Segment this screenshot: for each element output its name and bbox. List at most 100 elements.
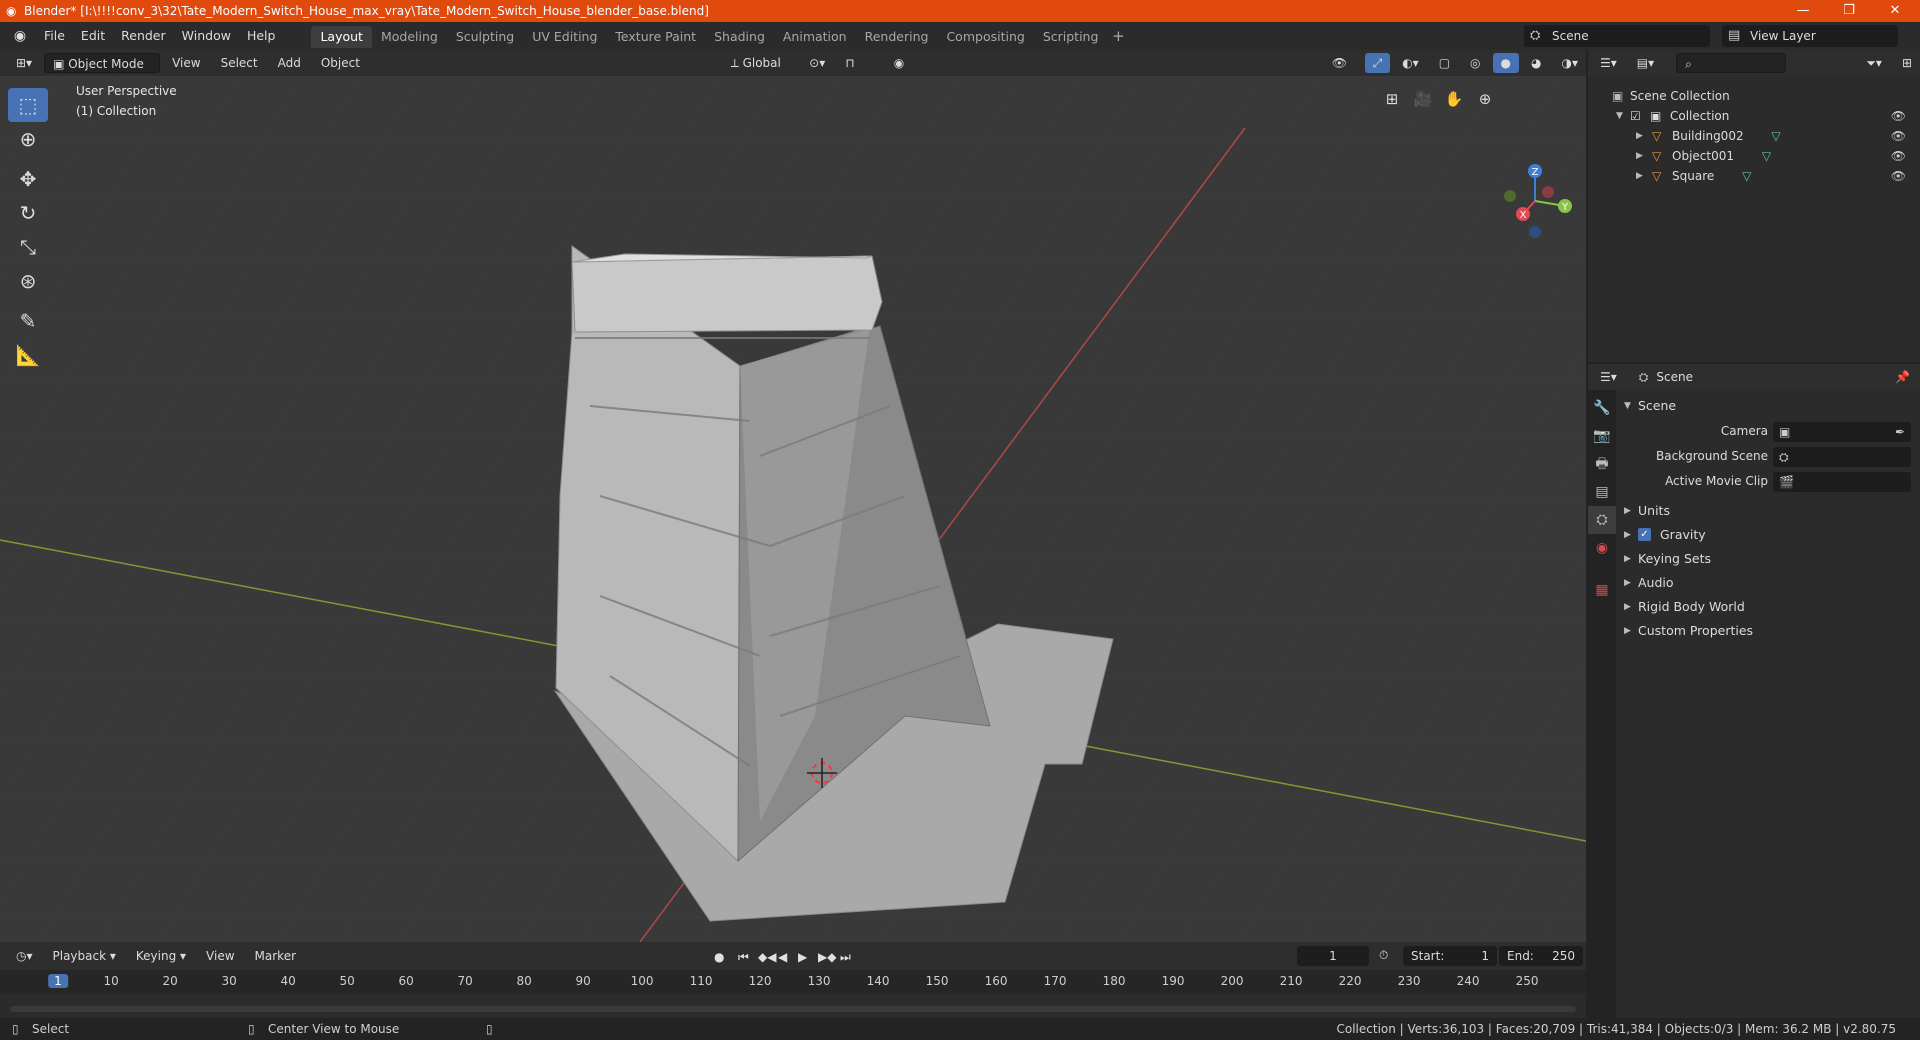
scene-selector[interactable]: Scene xyxy=(1524,25,1710,47)
current-frame-field[interactable]: 1 xyxy=(1297,946,1369,966)
new-collection-icon[interactable]: ⊞ xyxy=(1894,53,1920,73)
minimize-button[interactable]: — xyxy=(1780,0,1826,22)
visibility-eye-icon[interactable]: 👁 xyxy=(1891,166,1906,186)
snap-icon[interactable]: ⊓ ⊟▾ xyxy=(837,53,882,90)
view-layer-selector[interactable]: View Layer xyxy=(1722,25,1898,47)
tab-uv-editing[interactable]: UV Editing xyxy=(523,26,606,48)
pivot-point-icon[interactable]: ⊙▾ xyxy=(801,53,833,73)
maximize-button[interactable]: ❐ xyxy=(1826,0,1872,22)
panel-gravity[interactable]: ▶ ✓ Gravity xyxy=(1616,523,1920,547)
scene-section-header[interactable]: ▼ Scene xyxy=(1616,394,1920,418)
camera-field[interactable]: ▣ ✒ xyxy=(1773,422,1911,442)
timeline-view-menu[interactable]: View xyxy=(198,946,242,966)
frame-ruler[interactable]: 1 10 20 30 40 50 60 70 80 90 100 110 120 130 140 150 160… xyxy=(0,970,1586,994)
texture-tab-icon[interactable]: ▦ xyxy=(1588,576,1616,604)
start-frame-field[interactable]: Start: 1 xyxy=(1403,946,1497,966)
select-menu[interactable]: Select xyxy=(213,53,266,73)
expand-arrow-icon[interactable]: ▶ xyxy=(1636,146,1643,166)
tab-rendering[interactable]: Rendering xyxy=(856,26,938,48)
panel-audio[interactable]: ▶ Audio xyxy=(1616,571,1920,595)
menu-help[interactable]: Help xyxy=(239,22,284,50)
select-box-tool-icon[interactable]: ⬚ xyxy=(8,88,48,122)
transform-tool-icon[interactable]: ⊛ xyxy=(8,264,48,298)
next-keyframe-icon[interactable]: ▶◆ xyxy=(818,950,836,964)
outliner-item-square[interactable]: ▶ ▽ Square ▽ 👁 xyxy=(1588,166,1920,186)
tab-texture-paint[interactable]: Texture Paint xyxy=(606,26,705,48)
playback-menu[interactable]: Playback ▾ xyxy=(45,946,124,966)
jump-start-icon[interactable]: ⏮ xyxy=(738,950,749,965)
editor-type-icon[interactable]: ⊞▾ xyxy=(8,53,40,73)
outliner-search-input[interactable]: ⌕ xyxy=(1676,53,1787,73)
blender-menu-icon[interactable]: ◉ xyxy=(10,26,30,46)
annotate-tool-icon[interactable]: ✎ xyxy=(8,304,48,338)
mesh-data-icon[interactable]: ▽ xyxy=(1742,169,1751,183)
view-layer-tab-icon[interactable]: ▤ xyxy=(1588,478,1616,506)
tab-animation[interactable]: Animation xyxy=(774,26,856,48)
menu-render[interactable]: Render xyxy=(113,22,174,50)
panel-custom-properties[interactable]: ▶ Custom Properties xyxy=(1616,619,1920,643)
menu-edit[interactable]: Edit xyxy=(73,22,113,50)
3d-viewport[interactable]: Z Y X User Perspective (1) Collection ⊞ … xyxy=(0,76,1586,942)
timeline-editor-icon[interactable]: ◷▾ xyxy=(8,946,41,966)
menu-window[interactable]: Window xyxy=(174,22,239,50)
outliner-scene-collection[interactable]: ▣ Scene Collection xyxy=(1588,86,1920,106)
properties-editor-icon[interactable]: ☰▾ xyxy=(1592,367,1625,387)
measure-tool-icon[interactable]: 📐 xyxy=(8,338,48,372)
visibility-icon[interactable]: 👁▾ xyxy=(1324,53,1361,90)
play-icon[interactable]: ▶ xyxy=(798,950,807,964)
shading-solid-icon[interactable]: ● xyxy=(1492,53,1519,73)
background-scene-field[interactable]: ⛭ xyxy=(1773,447,1911,467)
camera-view-icon[interactable]: 🎥 xyxy=(1410,86,1436,112)
pin-icon[interactable]: 📌 xyxy=(1895,370,1910,384)
output-tab-icon[interactable]: 🖶 xyxy=(1588,450,1616,478)
outliner-collection[interactable]: ▼ ☑ ▣ Collection 👁 xyxy=(1588,106,1920,126)
tab-modeling[interactable]: Modeling xyxy=(372,26,447,48)
add-menu[interactable]: Add xyxy=(270,53,309,73)
tab-sculpting[interactable]: Sculpting xyxy=(447,26,523,48)
overlay-toggle-icon[interactable]: ◐▾ xyxy=(1394,53,1427,73)
panel-rigid-body-world[interactable]: ▶ Rigid Body World xyxy=(1616,595,1920,619)
eyedropper-icon[interactable]: ✒ xyxy=(1895,422,1905,442)
outliner-item-object001[interactable]: ▶ ▽ Object001 ▽ 👁 xyxy=(1588,146,1920,166)
xray-toggle-icon[interactable]: ▢ xyxy=(1431,53,1458,73)
gizmo-toggle-icon[interactable]: ⤢ xyxy=(1364,53,1391,73)
add-workspace-button[interactable]: + xyxy=(1107,27,1129,45)
view-menu[interactable]: View xyxy=(164,53,208,73)
play-reverse-icon[interactable]: ◀ xyxy=(778,950,787,964)
gravity-checkbox[interactable]: ✓ xyxy=(1638,528,1651,541)
render-tab-icon[interactable]: 📷 xyxy=(1588,422,1616,450)
move-tool-icon[interactable]: ✥ xyxy=(8,162,48,196)
close-button[interactable]: ✕ xyxy=(1872,0,1918,22)
visibility-eye-icon[interactable]: 👁 xyxy=(1891,106,1906,126)
stopwatch-icon[interactable]: ⏱ xyxy=(1379,948,1388,963)
pan-hand-icon[interactable]: ✋ xyxy=(1441,86,1467,112)
shading-rendered-icon[interactable]: ◑▾ xyxy=(1553,53,1586,73)
tab-shading[interactable]: Shading xyxy=(705,26,774,48)
filter-icon[interactable]: ⏷▾ xyxy=(1858,53,1890,73)
panel-units[interactable]: ▶ Units xyxy=(1616,499,1920,523)
outliner-item-building002[interactable]: ▶ ▽ Building002 ▽ 👁 xyxy=(1588,126,1920,146)
display-mode-icon[interactable]: ▤▾ xyxy=(1629,53,1662,73)
active-movie-clip-field[interactable]: 🎬 xyxy=(1773,472,1911,492)
world-tab-icon[interactable]: ◉ xyxy=(1588,534,1616,562)
mesh-data-icon[interactable]: ▽ xyxy=(1762,149,1771,163)
tab-layout[interactable]: Layout xyxy=(311,26,372,48)
grid-view-icon[interactable]: ⊞ xyxy=(1379,86,1405,112)
end-frame-field[interactable]: End: 250 xyxy=(1499,946,1583,966)
timeline-scrollbar[interactable] xyxy=(10,1006,1576,1012)
shading-wireframe-icon[interactable]: ◎ xyxy=(1462,53,1488,73)
object-menu[interactable]: Object xyxy=(313,53,368,73)
prev-keyframe-icon[interactable]: ◆◀ xyxy=(758,950,776,964)
collapse-arrow-icon[interactable]: ▼ xyxy=(1616,106,1623,126)
collection-checkbox-icon[interactable]: ☑ xyxy=(1630,106,1641,126)
tab-scripting[interactable]: Scripting xyxy=(1034,26,1108,48)
jump-end-icon[interactable]: ⏭ xyxy=(840,950,851,965)
outliner-editor-icon[interactable]: ☰▾ xyxy=(1592,53,1625,73)
object-mode-dropdown[interactable]: ▣ Object Mode ▾ xyxy=(44,53,161,91)
keying-menu[interactable]: Keying ▾ xyxy=(128,946,194,966)
scale-tool-icon[interactable]: ⤡ xyxy=(8,230,48,264)
expand-arrow-icon[interactable]: ▶ xyxy=(1636,166,1643,186)
expand-arrow-icon[interactable]: ▶ xyxy=(1636,126,1643,146)
visibility-eye-icon[interactable]: 👁 xyxy=(1891,126,1906,146)
menu-file[interactable]: File xyxy=(36,22,73,50)
